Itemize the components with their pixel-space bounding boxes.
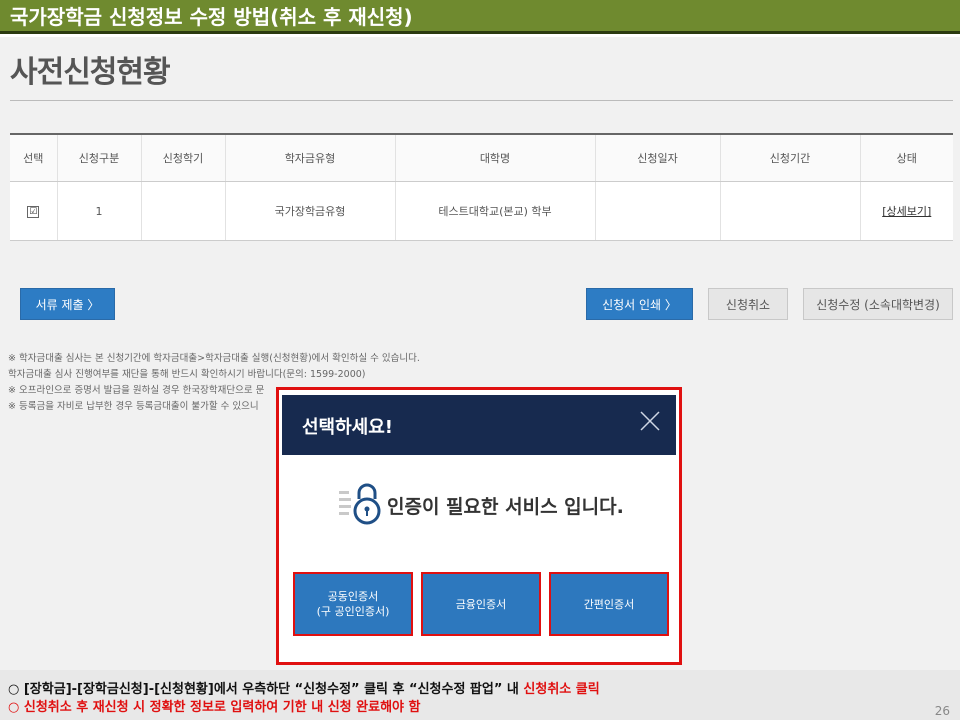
column-header-university: 대학명: [395, 134, 596, 182]
row-checkbox[interactable]: ☑: [27, 206, 40, 218]
column-header-status: 상태: [860, 134, 953, 182]
cert-button-labels: 공동인증서 (구 공인인증서): [317, 589, 390, 619]
period-cell: [720, 181, 861, 241]
footer-instruction-2: ○ 신청취소 후 재신청 시 정확한 정보로 입력하여 기한 내 신청 완료해야…: [8, 700, 421, 715]
modal-message: 인증이 필요한 서비스 입니다.: [387, 495, 624, 518]
modal-message-row: 인증이 필요한 서비스 입니다.: [339, 483, 624, 527]
lock-icon: [339, 481, 381, 529]
select-cell: ☑: [10, 181, 58, 241]
page-number: 26: [934, 704, 950, 718]
slide-footer: ○ [장학금]-[장학금신청]-[신청현황]에서 우측하단 “신청수정” 클릭 …: [0, 670, 960, 720]
financial-certificate-button[interactable]: 금융인증서: [423, 574, 539, 634]
column-header-period: 신청기간: [720, 134, 861, 182]
cancel-application-button[interactable]: 신청취소: [708, 288, 788, 320]
footer-instruction-1-highlight: 신청취소 클릭: [523, 682, 600, 697]
column-header-select: 선택: [10, 134, 58, 182]
page-title: 사전신청현황: [10, 55, 171, 90]
detail-link[interactable]: [상세보기]: [882, 205, 931, 218]
application-status-screen: 사전신청현황 선택 신청구분 신청학기 학자금유형 대학명 신청일자 신청기간 …: [0, 37, 960, 670]
column-header-semester: 신청학기: [141, 134, 226, 182]
close-icon[interactable]: [638, 409, 662, 433]
column-header-category: 신청구분: [57, 134, 142, 182]
simple-certificate-button[interactable]: 간편인증서: [551, 574, 667, 634]
modify-application-button[interactable]: 신청수정 (소속대학변경): [803, 288, 953, 320]
table-header-row: 선택 신청구분 신청학기 학자금유형 대학명 신청일자 신청기간 상태: [10, 134, 953, 182]
submit-docs-button[interactable]: 서류 제출 〉: [20, 288, 115, 320]
notice-item: ※ 학자금대출 심사는 본 신청기간에 학자금대출>학자금대출 실행(신청현황)…: [8, 353, 420, 364]
footer-instruction-1: ○ [장학금]-[장학금신청]-[신청현황]에서 우측하단 “신청수정” 클릭 …: [8, 678, 600, 697]
column-header-type: 학자금유형: [225, 134, 396, 182]
print-application-button[interactable]: 신청서 인쇄 〉: [586, 288, 693, 320]
cert-button-label: 공동인증서: [327, 590, 379, 603]
slide-title: 국가장학금 신청정보 수정 방법(취소 후 재신청): [0, 0, 960, 34]
column-header-date: 신청일자: [595, 134, 721, 182]
modal-title: 선택하세요!: [302, 417, 394, 438]
date-cell: [595, 181, 721, 241]
title-divider: [10, 100, 953, 101]
semester-cell: [141, 181, 226, 241]
table-row: ☑ 1 국가장학금유형 테스트대학교(본교) 학부 [상세보기]: [10, 181, 953, 241]
university-cell: 테스트대학교(본교) 학부: [395, 181, 596, 241]
auth-modal: 선택하세요! 인증이 필요한 서비스 입니다. 공동인증서 (구 공인인증서) …: [276, 387, 682, 665]
notice-item: 학자금대출 심사 진행여부를 재단을 통해 반드시 확인하시기 바랍니다(문의:…: [8, 369, 366, 380]
type-cell: 국가장학금유형: [225, 181, 396, 241]
modal-header: 선택하세요!: [282, 395, 676, 455]
application-table: 선택 신청구분 신청학기 학자금유형 대학명 신청일자 신청기간 상태 ☑ 1 …: [10, 133, 953, 241]
joint-certificate-button[interactable]: 공동인증서 (구 공인인증서): [295, 574, 411, 634]
status-cell: [상세보기]: [860, 181, 953, 241]
category-cell: 1: [57, 181, 142, 241]
cert-button-sublabel: (구 공인인증서): [316, 605, 390, 618]
footer-instruction-1-text: ○ [장학금]-[장학금신청]-[신청현황]에서 우측하단 “신청수정” 클릭 …: [8, 682, 524, 697]
